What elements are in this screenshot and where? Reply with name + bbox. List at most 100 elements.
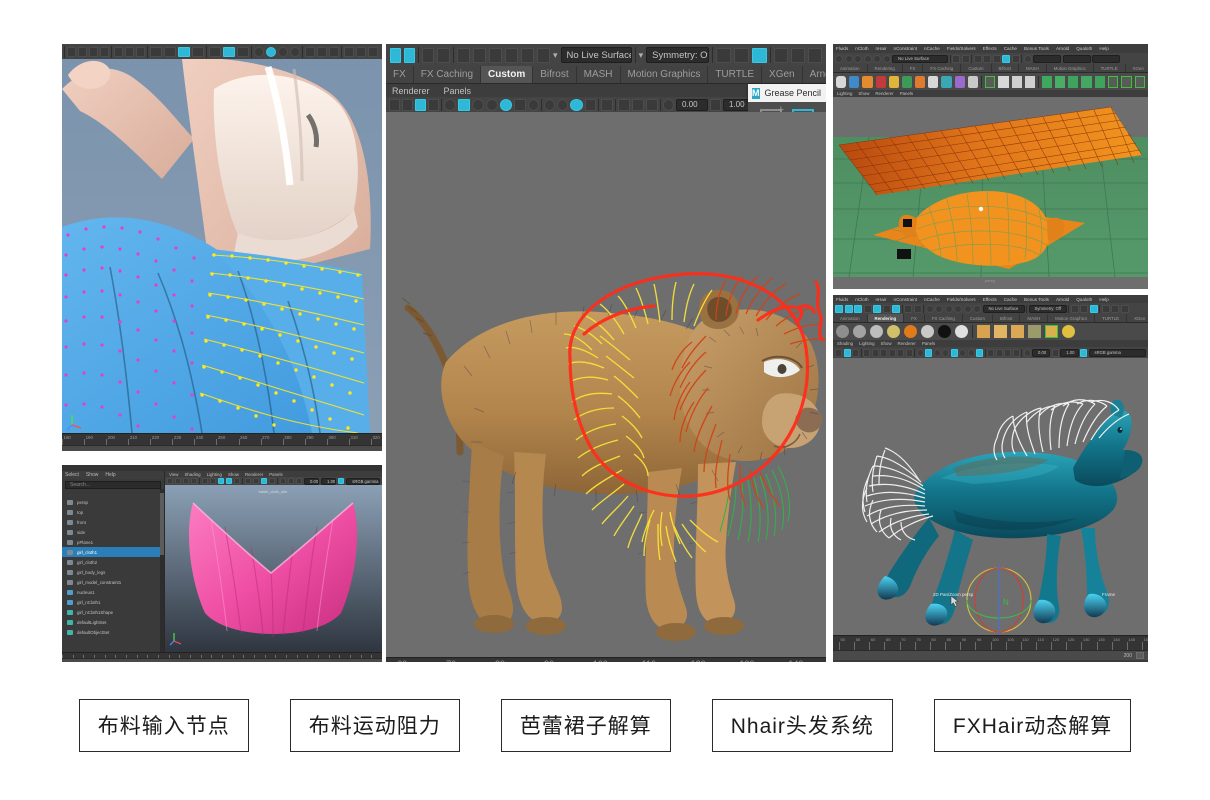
outliner-item[interactable]: top — [62, 507, 161, 517]
layout-icon-hypergraph[interactable] — [209, 46, 221, 57]
vp-gamma-field[interactable]: 1.00 — [321, 477, 337, 485]
sidebar-left-icon[interactable] — [716, 47, 731, 63]
layout-icon-four[interactable] — [178, 46, 190, 57]
shelf-tab-custom[interactable]: Custom — [481, 66, 534, 83]
layout-icon-graph-editor[interactable] — [223, 46, 235, 57]
vpmenu-shading[interactable]: Shading — [837, 341, 853, 346]
live-surface-field[interactable]: No Live Surface — [560, 47, 632, 63]
gamma-field[interactable]: 1.00 — [1060, 348, 1079, 357]
vp-icon-xray[interactable] — [995, 348, 1003, 357]
shelf-icon-turbulence[interactable] — [954, 75, 965, 88]
attribute-editor-icon[interactable] — [1002, 54, 1010, 63]
shelf-tab-xgen[interactable]: XGen — [1127, 314, 1148, 322]
sidebar-right-icon[interactable] — [734, 47, 749, 63]
vp-icon-resolution-gate[interactable] — [428, 98, 439, 111]
render-settings-icon[interactable] — [1120, 304, 1129, 313]
shelf-icon-anisotropic[interactable] — [887, 325, 900, 338]
menu-bonus-tools[interactable]: Bonus Tools — [1024, 297, 1049, 302]
shelf-tab-mash[interactable]: MASH — [1020, 314, 1049, 322]
menu-nhair[interactable]: nHair — [876, 297, 887, 302]
time-slider-icon[interactable] — [1023, 54, 1032, 63]
shelf-tab-rendering[interactable]: Rendering — [867, 314, 905, 322]
shelf-tab-fx[interactable]: FX — [904, 314, 925, 322]
render-icon-settings[interactable] — [329, 46, 339, 57]
shelf-icon-vortex[interactable] — [941, 75, 952, 88]
exposure-icon[interactable] — [663, 98, 674, 111]
vp-icon-color-management[interactable] — [338, 478, 345, 484]
shelf-icon-x-green[interactable] — [1121, 75, 1132, 88]
vp-icon-grid[interactable] — [863, 348, 870, 357]
shelf-tab-bifrost[interactable]: Bifrost — [533, 66, 577, 83]
panel-ballet-skirt[interactable]: Select Show Help Search... persp top front… — [62, 465, 382, 662]
colorspace-field[interactable]: sRGB gamma — [1088, 348, 1146, 357]
outliner-search-input[interactable]: Search... — [65, 481, 161, 489]
vp-colorspace-field[interactable]: sRGB gamma — [346, 477, 380, 485]
vp-icon-smooth-shade[interactable] — [916, 348, 924, 357]
vpmenu-panels[interactable]: Panels — [922, 341, 935, 346]
shelf-icon-constraint[interactable] — [875, 75, 886, 88]
menu-fields-solvers[interactable]: Fields/Solvers — [947, 46, 976, 51]
vp-icon-aa[interactable] — [570, 98, 583, 111]
ipr-render-icon[interactable] — [791, 47, 805, 63]
range-end-box[interactable] — [1136, 652, 1144, 659]
shelf-icon-blinn[interactable] — [853, 325, 866, 338]
tool-icon-rotate[interactable] — [114, 46, 123, 57]
menu-ncache[interactable]: nCache — [924, 46, 940, 51]
menu-nhair[interactable]: nHair — [876, 46, 887, 51]
shelf-icon-gravity[interactable] — [928, 75, 939, 88]
snap-point-icon[interactable] — [489, 47, 502, 63]
shelf-icon-render-settings[interactable] — [1028, 325, 1041, 338]
vp-icon-motion-blur[interactable] — [967, 348, 975, 357]
outliner-item[interactable]: girl_body_legs — [62, 567, 161, 577]
shelf-icon-render-current-frame[interactable] — [977, 325, 990, 338]
chevron-down-icon[interactable]: ▾ — [553, 50, 558, 61]
vp-icon-safe-action[interactable] — [888, 348, 896, 357]
vpmenu-lighting[interactable]: Lighting — [837, 91, 852, 96]
shelf-icon-collide[interactable] — [888, 75, 899, 88]
vp-exposure-field[interactable]: 0.00 — [304, 477, 320, 485]
render-view-icon[interactable] — [973, 54, 982, 63]
tool-icon-select[interactable] — [67, 46, 76, 57]
clothdrag-viewport-menubar[interactable]: Lighting Show Renderer Panels — [833, 90, 1148, 97]
symmetry-field[interactable]: Symmetry: Off — [1028, 304, 1067, 313]
vp-icon-ao[interactable] — [544, 98, 555, 111]
outliner-tree[interactable]: persp top front side pPlane1 girl_cloth1 girl_… — [62, 497, 161, 652]
snap-live-icon[interactable] — [973, 304, 981, 313]
fxhair-timeline[interactable]: 50 55 60 65 70 75 80 85 90 95 100 105 110 115 120 125 13… — [833, 635, 1148, 650]
vpmenu-lighting[interactable]: Lighting — [859, 341, 874, 346]
snap-curve-icon[interactable] — [844, 54, 853, 63]
shelf-tab-animation[interactable]: Animation — [833, 314, 868, 322]
vp-icon-xray[interactable] — [618, 98, 630, 111]
outliner-menubar[interactable]: Select Show Help — [62, 471, 164, 479]
vp-icon-isolate-select[interactable] — [601, 98, 613, 111]
exposure-icon[interactable] — [1023, 348, 1031, 357]
tool-icon-lasso[interactable] — [78, 46, 87, 57]
shelf-icon-phong[interactable] — [870, 325, 883, 338]
shade-icon-wireframe[interactable] — [254, 46, 264, 57]
sidebar-left-icon[interactable] — [952, 54, 960, 63]
shelf-icon-drag[interactable] — [915, 75, 926, 88]
shelf-icon-smoke[interactable] — [1068, 75, 1079, 88]
numeric-field-1[interactable] — [1033, 54, 1061, 63]
select-by-component-icon[interactable] — [437, 47, 450, 63]
gamma-icon[interactable] — [710, 98, 721, 111]
vp-icon-textured[interactable] — [218, 478, 224, 484]
ipr-icon[interactable] — [1111, 304, 1119, 313]
shelf-tab-arnold[interactable]: Arnold — [802, 66, 826, 83]
snap-grid-icon[interactable] — [457, 47, 470, 63]
grease-pencil-titlebar[interactable]: M Grease Pencil — [748, 84, 826, 102]
clothdrag-shelf-tabs[interactable]: Animation Rendering FX FX Caching Custom Bifr… — [833, 64, 1148, 73]
fxhair-shelf-icons[interactable] — [833, 323, 1148, 340]
shelf-tab-motion-graphics[interactable]: Motion Graphics — [1046, 64, 1094, 72]
snap-grid-icon[interactable] — [925, 304, 934, 313]
shelf-icon-hypershade[interactable] — [1045, 325, 1058, 338]
outliner-item[interactable]: defaultObjectSet — [62, 627, 161, 637]
shelf-tab-fx-caching[interactable]: FX Caching — [923, 64, 962, 72]
live-surface-field[interactable]: No Live Surface — [892, 54, 948, 63]
vp-icon-shadows[interactable] — [950, 348, 958, 357]
lion-viewport[interactable] — [386, 112, 826, 657]
outliner-scrollbar[interactable] — [160, 489, 164, 652]
tool-icon-move[interactable] — [100, 46, 109, 57]
lion-timeline[interactable]: 60 70 80 90 100 110 120 130 140 — [386, 657, 826, 662]
snap-plane-icon[interactable] — [963, 304, 972, 313]
